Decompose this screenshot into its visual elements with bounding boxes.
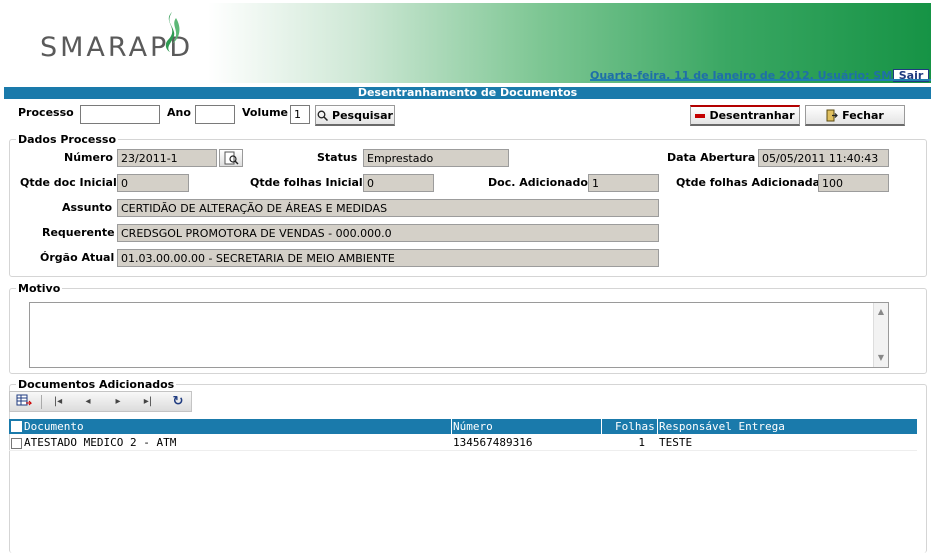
dados-processo-legend: Dados Processo <box>16 133 119 146</box>
refresh-icon[interactable]: ↻ <box>168 394 188 410</box>
fechar-label: Fechar <box>842 108 884 122</box>
cell-documento: ATESTADO MEDICO 2 - ATM <box>24 436 177 449</box>
desentranhar-label: Desentranhar <box>709 109 795 122</box>
requerente-field: CREDSGOL PROMOTORA DE VENDAS - 000.000.0 <box>117 224 659 242</box>
last-page-icon[interactable]: ▸| <box>138 394 158 410</box>
doc-adicionado-label: Doc. Adicionado <box>488 176 588 189</box>
assunto-field: CERTIDÃO DE ALTERAÇÃO DE ÁREAS E MEDIDAS <box>117 199 659 217</box>
grid-toolbar: |◂ ◂ ▸ ▸| ↻ <box>9 391 192 412</box>
leaf-logo-icon <box>165 12 180 52</box>
select-all-checkbox[interactable] <box>11 421 22 432</box>
volume-input[interactable] <box>290 105 310 124</box>
qtde-doc-inicial-field: 0 <box>117 174 189 192</box>
data-abertura-label: Data Abertura <box>667 151 756 164</box>
pesquisar-button[interactable]: Pesquisar <box>315 105 395 126</box>
documentos-legend: Documentos Adicionados <box>16 378 177 391</box>
magnifier-icon <box>317 110 329 121</box>
export-icon[interactable] <box>14 394 34 410</box>
page-title: Desentranhamento de Documentos <box>4 87 931 99</box>
ano-label: Ano <box>167 106 191 119</box>
col-responsavel[interactable]: Responsável Entrega <box>659 419 785 434</box>
column-separator <box>601 419 602 434</box>
processo-label: Processo <box>18 106 74 119</box>
col-numero[interactable]: Número <box>453 419 493 434</box>
qtde-folhas-inicial-label: Qtde folhas Inicial <box>250 176 363 189</box>
pesquisar-label: Pesquisar <box>332 108 393 122</box>
data-abertura-field: 05/05/2011 11:40:43 <box>758 149 889 167</box>
numero-lookup-button[interactable] <box>219 149 243 167</box>
motivo-scrollbar[interactable]: ▲ ▼ <box>873 303 888 367</box>
qtde-doc-inicial-label: Qtde doc Inicial <box>20 176 117 189</box>
scroll-up-icon[interactable]: ▲ <box>874 305 888 319</box>
row-checkbox[interactable] <box>11 438 22 449</box>
status-label: Status <box>317 151 358 164</box>
numero-field: 23/2011-1 <box>117 149 217 167</box>
cell-numero: 134567489316 <box>453 436 533 449</box>
lookup-icon <box>224 151 239 165</box>
prev-page-icon[interactable]: ◂ <box>78 394 98 410</box>
minus-icon <box>695 113 706 118</box>
header-divider <box>590 79 931 81</box>
assunto-label: Assunto <box>62 201 113 214</box>
grid-header: Documento Número Folhas Responsável Entr… <box>9 419 917 434</box>
cell-responsavel: TESTE <box>659 436 693 449</box>
toolbar-separator <box>41 395 42 409</box>
fechar-button[interactable]: Fechar <box>805 105 905 126</box>
requerente-label: Requerente <box>42 226 115 239</box>
status-field: Emprestado <box>363 149 509 167</box>
motivo-legend: Motivo <box>16 282 63 295</box>
processo-input[interactable] <box>80 105 160 124</box>
qtde-folhas-adicionadas-label: Qtde folhas Adicionadas <box>676 176 827 189</box>
orgao-atual-field: 01.03.00.00.00 - SECRETARIA DE MEIO AMBI… <box>117 249 659 267</box>
doc-adicionado-field: 1 <box>588 174 659 192</box>
scroll-down-icon[interactable]: ▼ <box>874 351 888 365</box>
cell-folhas: 1 <box>638 436 645 449</box>
desentranhar-button[interactable]: Desentranhar <box>690 105 800 126</box>
qtde-folhas-adicionadas-field: 100 <box>818 174 889 192</box>
next-page-icon[interactable]: ▸ <box>108 394 128 410</box>
ano-input[interactable] <box>195 105 235 124</box>
motivo-textarea[interactable]: ▲ ▼ <box>29 302 889 368</box>
numero-label: Número <box>64 151 113 164</box>
orgao-atual-label: Órgão Atual <box>40 251 115 264</box>
column-separator <box>657 419 658 434</box>
col-folhas[interactable]: Folhas <box>615 419 655 434</box>
qtde-folhas-inicial-field: 0 <box>363 174 434 192</box>
col-documento[interactable]: Documento <box>24 419 84 434</box>
column-separator <box>451 419 452 434</box>
first-page-icon[interactable]: |◂ <box>48 394 68 410</box>
exit-door-icon <box>826 109 838 121</box>
table-row[interactable]: ATESTADO MEDICO 2 - ATM 134567489316 1 T… <box>9 435 917 451</box>
volume-label: Volume <box>242 106 288 119</box>
